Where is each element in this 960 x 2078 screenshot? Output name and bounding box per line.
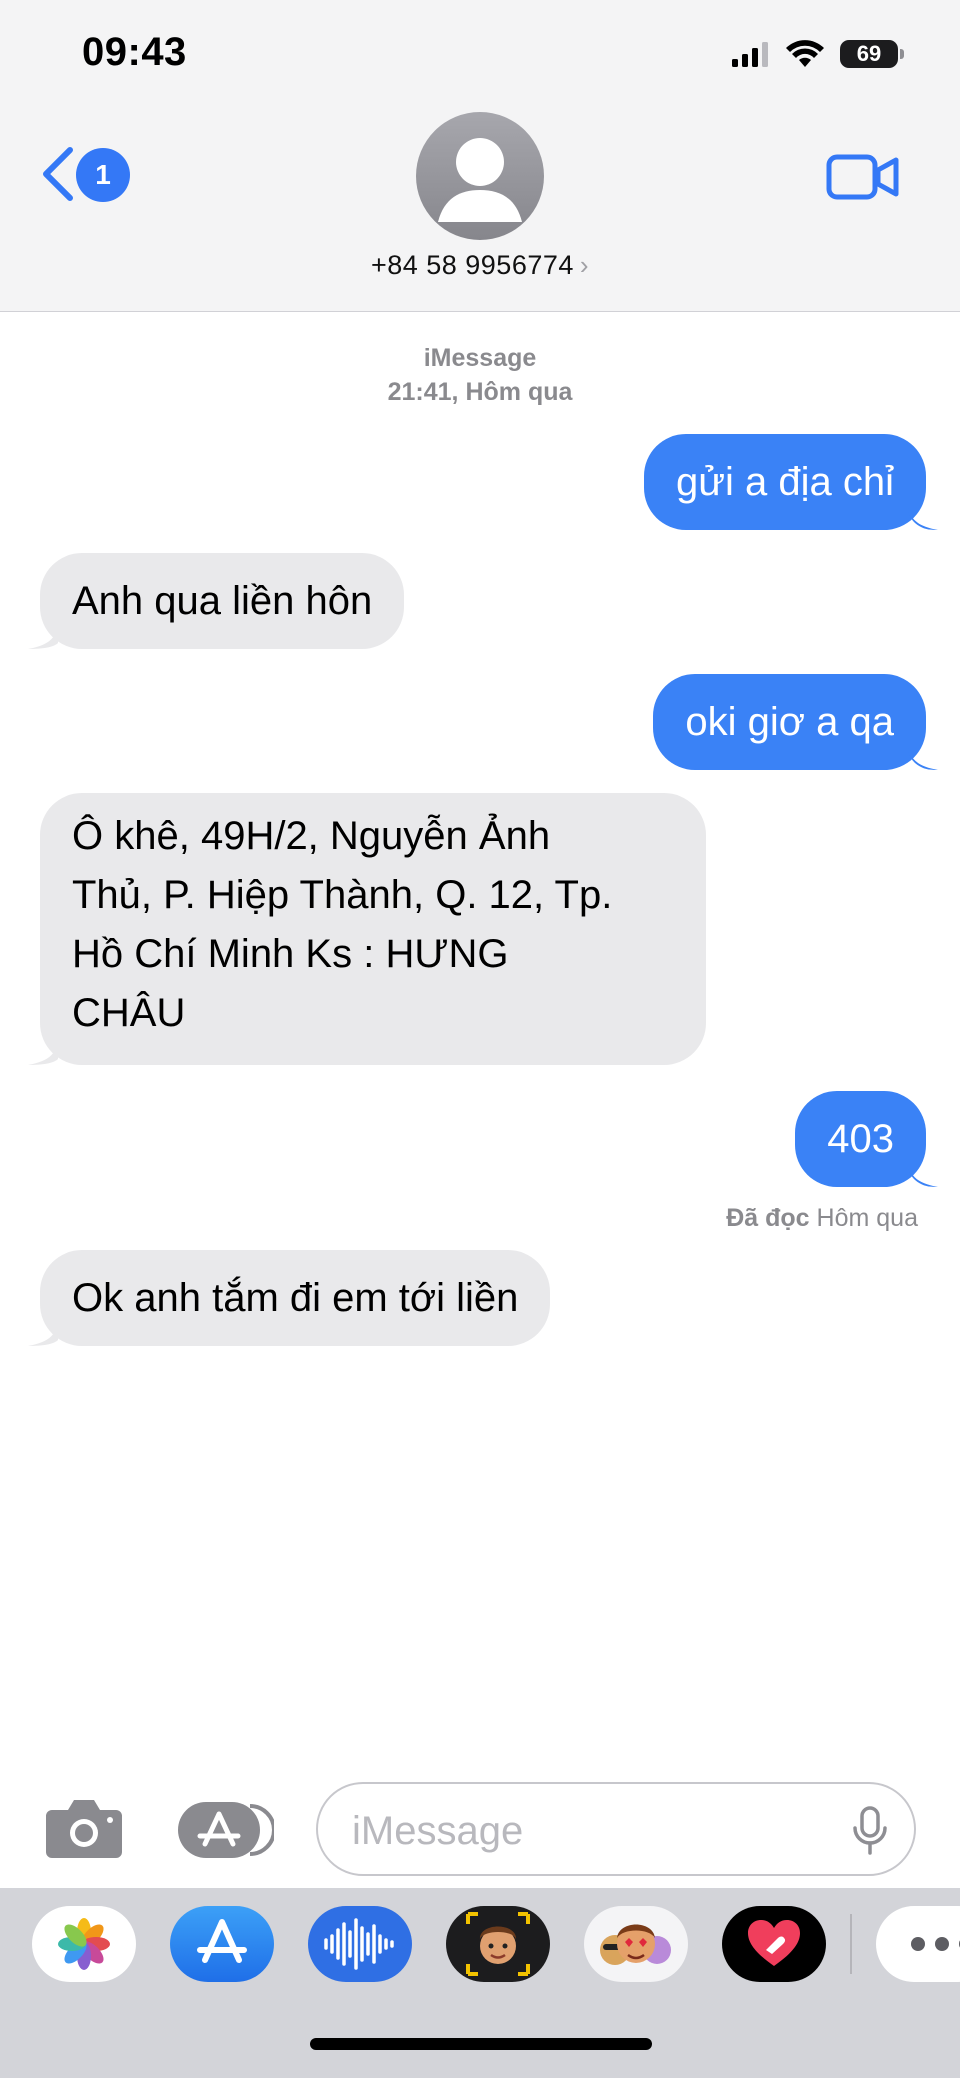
contact-name[interactable]: +84 58 9956774 › xyxy=(0,250,960,281)
message-text: Anh qua liền hôn xyxy=(72,579,373,623)
photos-app-icon xyxy=(58,1918,110,1970)
camera-icon xyxy=(46,1800,122,1858)
memoji-stickers-icon xyxy=(600,1924,671,1965)
message-line: Ô khê, 49H/2, Nguyễn Ảnh xyxy=(72,814,551,858)
message-bubble-incoming[interactable]: Anh qua liền hôn xyxy=(40,553,405,649)
person-silhouette-icon xyxy=(438,138,522,222)
microphone-icon xyxy=(853,1806,887,1855)
memoji-stickers-button[interactable] xyxy=(584,1906,688,1982)
chevron-right-icon: › xyxy=(579,250,590,280)
digital-touch-button[interactable] xyxy=(722,1906,826,1982)
app-drawer xyxy=(0,1888,960,2078)
status-icons: 69 xyxy=(732,34,904,74)
app-store-icon xyxy=(178,1802,276,1858)
message-line: Hồ Chí Minh Ks : HƯNG xyxy=(72,932,509,976)
conversation-timestamp: 21:41, Hôm qua xyxy=(0,378,960,407)
message-bubble-incoming[interactable]: Ok anh tắm đi em tới liền xyxy=(40,1250,551,1346)
message-input-container[interactable] xyxy=(316,1782,916,1876)
battery-indicator: 69 xyxy=(840,40,904,68)
service-label: iMessage xyxy=(423,344,537,372)
message-line: Thủ, P. Hiệp Thành, Q. 12, Tp. xyxy=(72,873,613,917)
video-camera-icon xyxy=(826,154,899,200)
timestamp-day: Hôm qua xyxy=(465,378,573,406)
message-text: 403 xyxy=(827,1117,894,1161)
message-bubble-incoming[interactable]: Ô khê, 49H/2, Nguyễn Ảnh Thủ, P. Hiệp Th… xyxy=(40,793,706,1065)
message-text: Ok anh tắm đi em tới liền xyxy=(72,1276,519,1320)
camera-button[interactable] xyxy=(44,1796,124,1860)
timestamp-time: 21:41, xyxy=(387,378,459,406)
contact-number: +84 58 9956774 xyxy=(370,250,574,280)
app-store-button[interactable] xyxy=(170,1906,274,1982)
apps-button[interactable] xyxy=(178,1802,276,1858)
cellular-signal-icon xyxy=(732,42,768,67)
message-bubble-outgoing[interactable]: gửi a địa chỉ xyxy=(643,434,926,530)
read-status: Đã đọc xyxy=(726,1204,810,1232)
read-time: Hôm qua xyxy=(816,1204,918,1232)
back-button[interactable]: 1 xyxy=(40,146,140,206)
audio-message-button[interactable] xyxy=(308,1906,412,1982)
digital-touch-icon xyxy=(748,1920,800,1966)
message-text: oki giơ a qa xyxy=(685,700,894,744)
home-indicator xyxy=(310,2038,652,2050)
drawer-divider xyxy=(850,1914,852,1974)
chevron-left-icon xyxy=(43,147,73,201)
unread-badge: 1 xyxy=(76,148,130,202)
message-text: gửi a địa chỉ xyxy=(675,460,894,504)
memoji-icon xyxy=(466,1912,530,1976)
message-bubble-outgoing[interactable]: 403 xyxy=(795,1091,926,1187)
memoji-button[interactable] xyxy=(446,1906,550,1982)
photos-app-button[interactable] xyxy=(32,1906,136,1982)
read-receipt: Đã đọc Hôm qua xyxy=(726,1204,918,1233)
more-apps-button[interactable] xyxy=(876,1906,960,1982)
message-bubble-outgoing[interactable]: oki giơ a qa xyxy=(653,674,926,770)
status-time: 09:43 xyxy=(82,30,187,74)
contact-avatar[interactable] xyxy=(416,112,544,240)
wifi-icon xyxy=(786,40,824,67)
app-store-icon xyxy=(197,1919,247,1963)
dictation-button[interactable] xyxy=(852,1806,888,1856)
message-input[interactable] xyxy=(350,1806,834,1856)
message-line: CHÂU xyxy=(72,991,186,1035)
conversation-header: 09:43 69 1 +84 58 9956774 › xyxy=(0,0,960,312)
facetime-video-button[interactable] xyxy=(826,150,900,204)
audio-message-icon xyxy=(324,1918,394,1970)
more-icon xyxy=(911,1937,960,1951)
